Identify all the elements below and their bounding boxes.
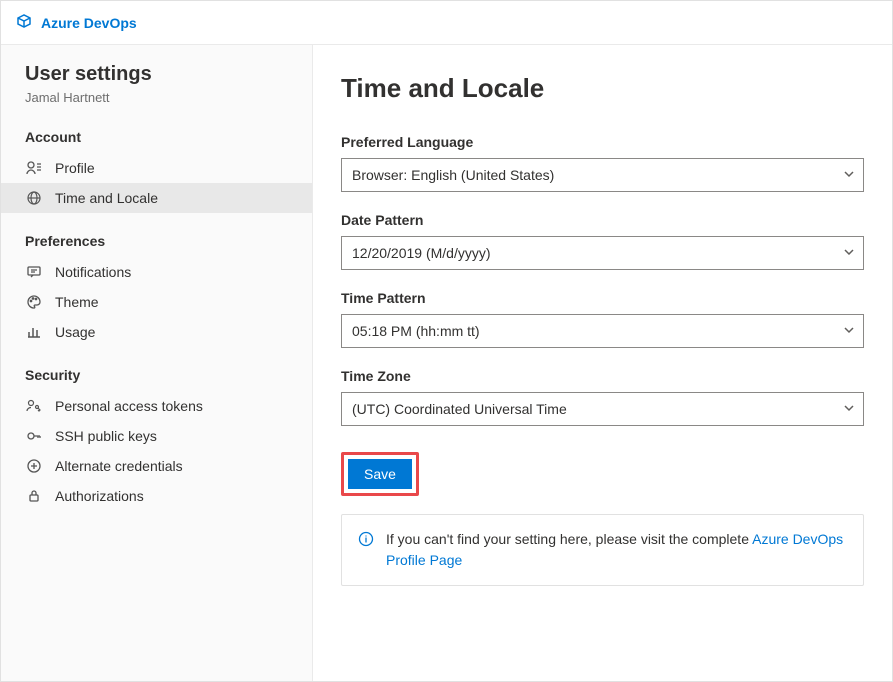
main-content: Time and Locale Preferred Language Brows… — [313, 45, 892, 681]
callout-text: If you can't find your setting here, ple… — [386, 529, 847, 571]
sidebar-item-time-locale[interactable]: Time and Locale — [1, 183, 312, 213]
topbar: Azure DevOps — [1, 1, 892, 45]
label-preferred-language: Preferred Language — [341, 134, 864, 150]
select-value: Browser: English (United States) — [352, 167, 554, 183]
label-time-zone: Time Zone — [341, 368, 864, 384]
brand-text: Azure DevOps — [41, 15, 137, 31]
select-value: (UTC) Coordinated Universal Time — [352, 401, 567, 417]
sidebar-item-label: Personal access tokens — [55, 398, 203, 414]
section-preferences-header: Preferences — [1, 227, 312, 257]
sidebar-item-pat[interactable]: Personal access tokens — [1, 391, 312, 421]
bar-chart-icon — [25, 324, 43, 340]
credentials-icon — [25, 458, 43, 474]
person-key-icon — [25, 398, 43, 414]
profile-icon — [25, 160, 43, 176]
sidebar: User settings Jamal Hartnett Account Pro… — [1, 45, 313, 681]
lock-icon — [25, 488, 43, 504]
chevron-down-icon — [843, 167, 855, 183]
save-highlight: Save — [341, 452, 419, 496]
sidebar-item-authorizations[interactable]: Authorizations — [1, 481, 312, 511]
sidebar-item-label: Notifications — [55, 264, 131, 280]
page-title: Time and Locale — [341, 73, 864, 104]
comment-icon — [25, 264, 43, 280]
chevron-down-icon — [843, 323, 855, 339]
label-date-pattern: Date Pattern — [341, 212, 864, 228]
sidebar-item-theme[interactable]: Theme — [1, 287, 312, 317]
sidebar-item-label: Theme — [55, 294, 99, 310]
info-icon — [358, 531, 374, 553]
sidebar-item-usage[interactable]: Usage — [1, 317, 312, 347]
select-value: 05:18 PM (hh:mm tt) — [352, 323, 480, 339]
select-date-pattern[interactable]: 12/20/2019 (M/d/yyyy) — [341, 236, 864, 270]
palette-icon — [25, 294, 43, 310]
key-icon — [25, 428, 43, 444]
sidebar-item-ssh[interactable]: SSH public keys — [1, 421, 312, 451]
chevron-down-icon — [843, 245, 855, 261]
select-preferred-language[interactable]: Browser: English (United States) — [341, 158, 864, 192]
select-value: 12/20/2019 (M/d/yyyy) — [352, 245, 491, 261]
sidebar-item-label: SSH public keys — [55, 428, 157, 444]
callout-before: If you can't find your setting here, ple… — [386, 531, 752, 547]
sidebar-item-label: Time and Locale — [55, 190, 158, 206]
chevron-down-icon — [843, 401, 855, 417]
sidebar-item-notifications[interactable]: Notifications — [1, 257, 312, 287]
globe-icon — [25, 190, 43, 206]
brand-link[interactable]: Azure DevOps — [15, 12, 137, 33]
sidebar-item-alt-credentials[interactable]: Alternate credentials — [1, 451, 312, 481]
sidebar-user-name: Jamal Hartnett — [1, 90, 312, 123]
section-account-header: Account — [1, 123, 312, 153]
sidebar-item-profile[interactable]: Profile — [1, 153, 312, 183]
sidebar-item-label: Alternate credentials — [55, 458, 183, 474]
section-security-header: Security — [1, 361, 312, 391]
sidebar-item-label: Usage — [55, 324, 95, 340]
sidebar-item-label: Profile — [55, 160, 95, 176]
save-button[interactable]: Save — [348, 459, 412, 489]
select-time-pattern[interactable]: 05:18 PM (hh:mm tt) — [341, 314, 864, 348]
sidebar-title: User settings — [1, 63, 312, 86]
azure-devops-icon — [15, 12, 33, 33]
select-time-zone[interactable]: (UTC) Coordinated Universal Time — [341, 392, 864, 426]
label-time-pattern: Time Pattern — [341, 290, 864, 306]
info-callout: If you can't find your setting here, ple… — [341, 514, 864, 586]
sidebar-item-label: Authorizations — [55, 488, 144, 504]
